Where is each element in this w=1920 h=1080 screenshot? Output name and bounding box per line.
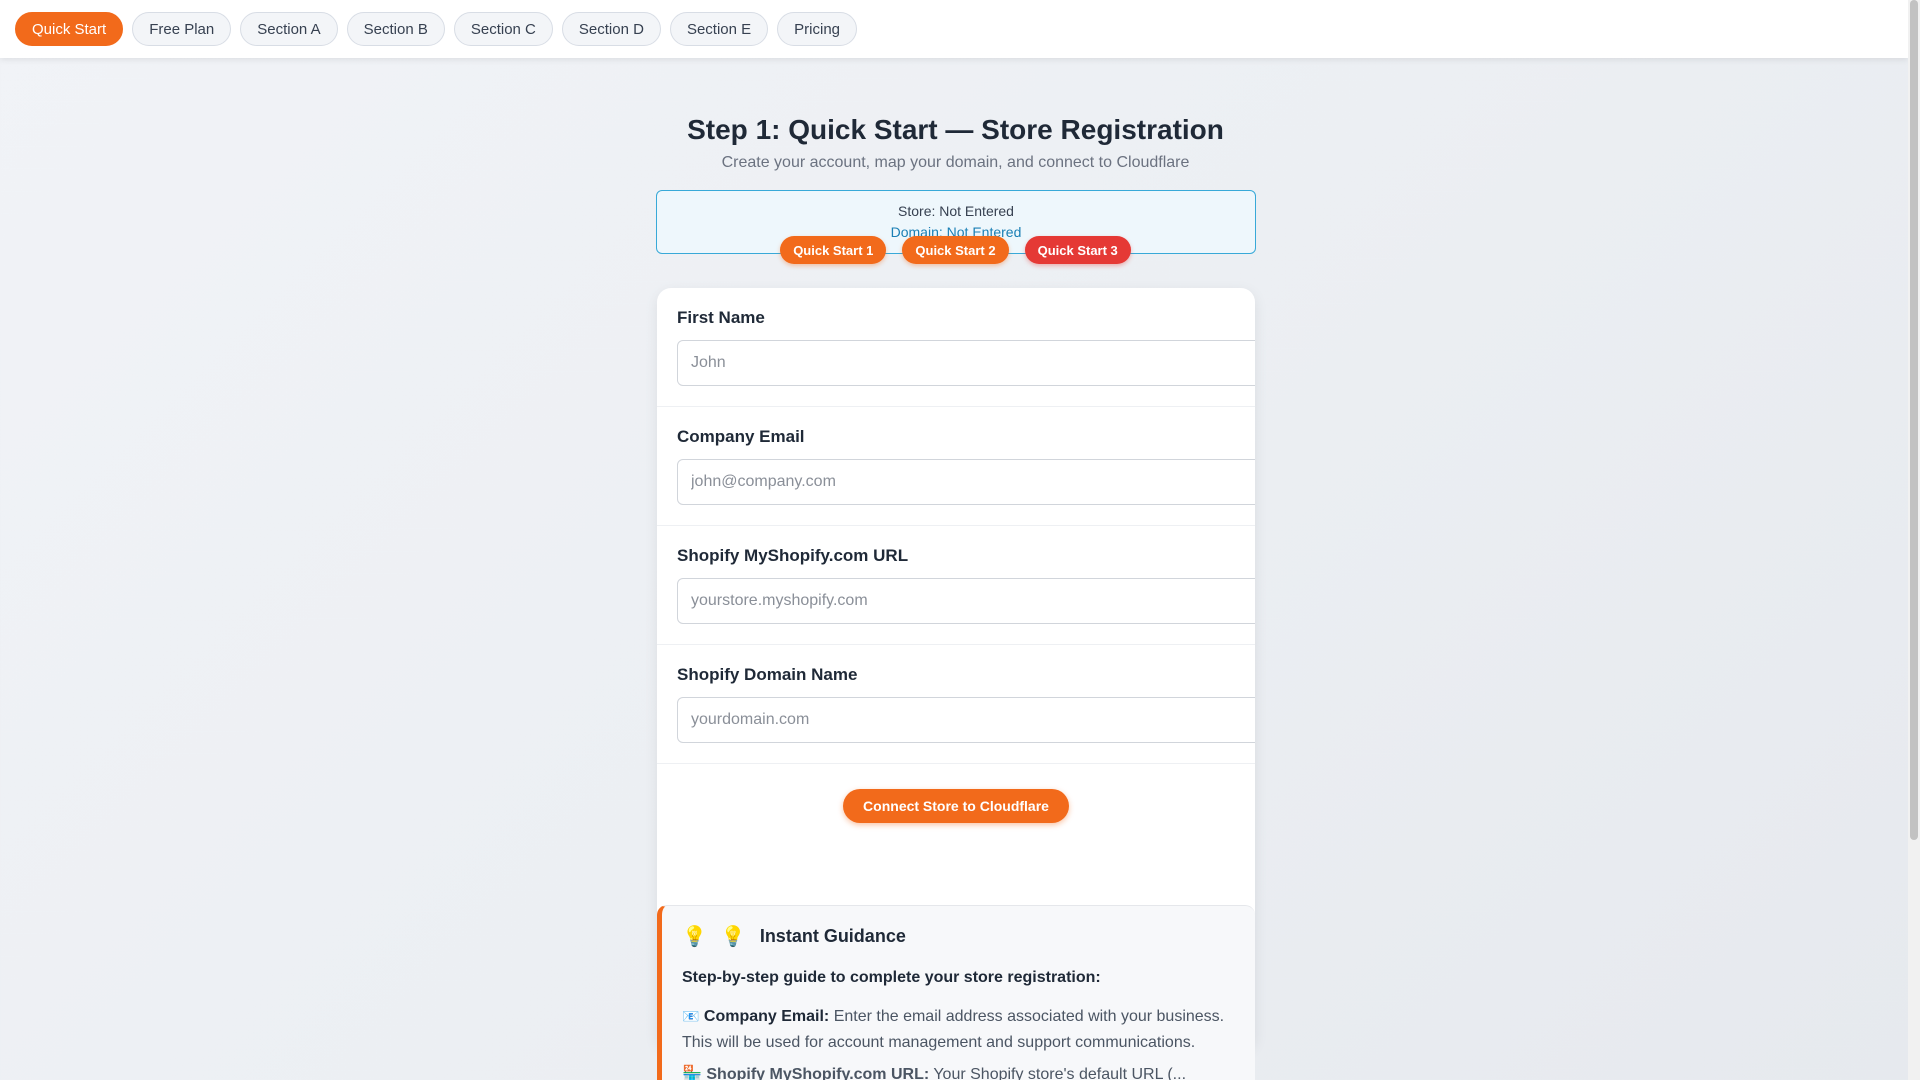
quick-start-buttons: Quick Start 1 Quick Start 2 Quick Start … (0, 236, 1911, 264)
tab-section-b[interactable]: Section B (346, 12, 445, 46)
guidance-item-email: 📧 Company Email: Enter the email address… (682, 1003, 1235, 1056)
tab-section-e[interactable]: Section E (669, 12, 769, 46)
guidance-text: Your Shopify store's default URL (... (933, 1066, 1187, 1080)
tab-section-a[interactable]: Section A (240, 12, 338, 46)
company-email-label: Company Email (677, 427, 805, 446)
domain-name-input[interactable] (677, 697, 1255, 743)
tab-quick-start[interactable]: Quick Start (15, 12, 124, 46)
lightbulb-icon: 💡 (682, 926, 707, 948)
page-title: Step 1: Quick Start — Store Registration (687, 114, 1224, 145)
lightbulb-icon: 💡 (720, 926, 746, 948)
tab-section-c[interactable]: Section C (453, 12, 553, 46)
guidance-term: Company Email: (703, 1008, 830, 1025)
guidance-title: Instant Guidance (759, 926, 906, 946)
quick-start-1-button[interactable]: Quick Start 1 (780, 236, 887, 264)
domain-name-field-group: Shopify Domain Name (657, 645, 1255, 764)
page-subtitle: Create your account, map your domain, an… (721, 154, 1190, 171)
connect-store-button[interactable]: Connect Store to Cloudflare (843, 789, 1069, 823)
myshopify-url-input[interactable] (677, 578, 1255, 624)
company-email-field-group: Company Email (657, 407, 1255, 526)
guidance-intro: Step-by-step guide to complete your stor… (682, 969, 1101, 986)
connect-button-row: Connect Store to Cloudflare (657, 764, 1255, 848)
quick-start-2-button[interactable]: Quick Start 2 (902, 236, 1009, 264)
company-email-input[interactable] (677, 459, 1255, 505)
quick-start-3-button[interactable]: Quick Start 3 (1024, 236, 1131, 264)
instant-guidance-panel: 💡 💡 Instant Guidance Step-by-step guide … (657, 905, 1255, 1080)
myshopify-url-field-group: Shopify MyShopify.com URL (657, 526, 1255, 645)
tab-pricing[interactable]: Pricing (777, 12, 858, 46)
email-icon: 📧 (682, 1008, 700, 1024)
guidance-header: 💡 💡 Instant Guidance (682, 924, 1235, 949)
top-nav: Quick Start Free Plan Section A Section … (0, 0, 1908, 58)
first-name-label: First Name (677, 308, 765, 327)
domain-name-label: Shopify Domain Name (677, 665, 858, 684)
tab-free-plan[interactable]: Free Plan (132, 12, 232, 46)
first-name-field-group: First Name (657, 288, 1255, 407)
guidance-term: Shopify MyShopify.com URL: (706, 1066, 930, 1080)
scrollbar-thumb[interactable] (1910, 0, 1918, 840)
store-status: Store: Not Entered (898, 203, 1014, 219)
first-name-input[interactable] (677, 340, 1255, 386)
tab-section-d[interactable]: Section D (561, 12, 661, 46)
store-icon: 🏪 (682, 1066, 702, 1080)
guidance-item-myshopify: 🏪 Shopify MyShopify.com URL: Your Shopif… (682, 1062, 1235, 1080)
myshopify-url-label: Shopify MyShopify.com URL (677, 546, 909, 565)
